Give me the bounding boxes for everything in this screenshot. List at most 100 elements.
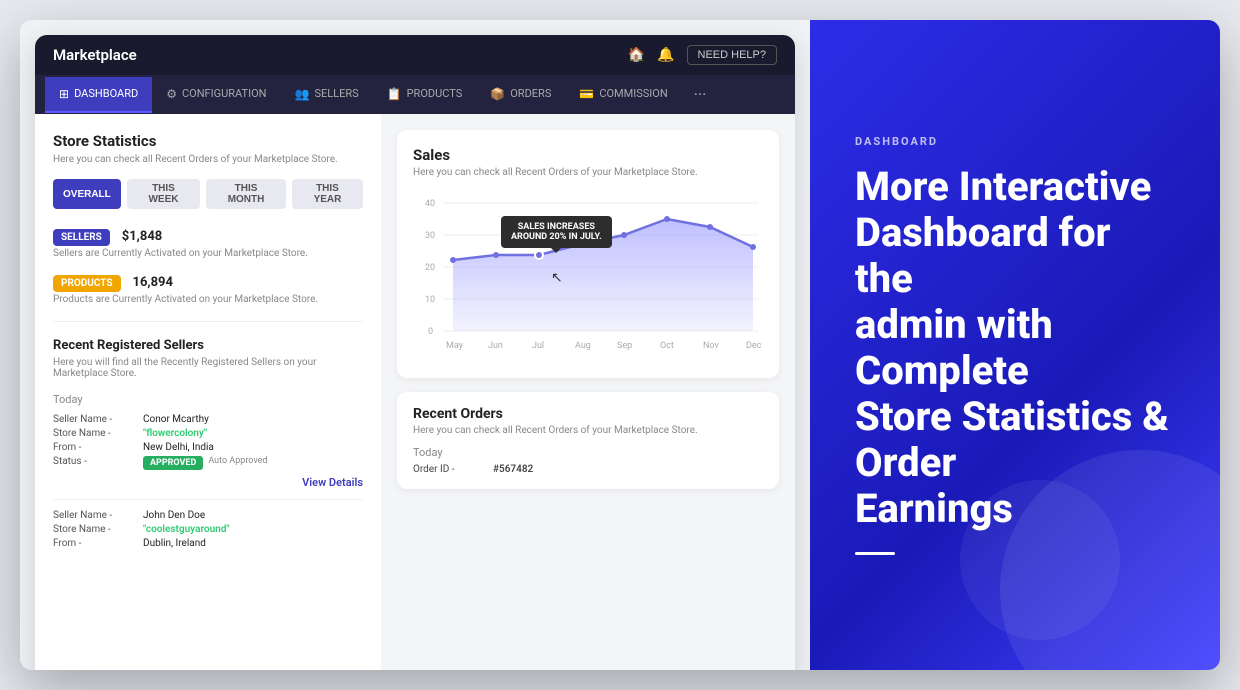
seller1-status-row: Status - APPROVED Auto Approved xyxy=(53,456,363,470)
seller1-from-row: From - New Delhi, India xyxy=(53,442,363,453)
seller2-from-row: From - Dublin, Ireland xyxy=(53,538,363,549)
filter-tab-overall[interactable]: OVERALL xyxy=(53,179,121,209)
headline-line4: Store Statistics & Order xyxy=(855,393,1169,486)
main-container: Marketplace 🏠 🔔 NEED HELP? ⊞ DASHBOARD ⚙ xyxy=(20,20,1220,670)
svg-text:10: 10 xyxy=(425,295,435,305)
headline-line1: More Interactive xyxy=(855,163,1151,210)
section-divider-1 xyxy=(53,321,363,322)
sales-chart-title: Sales xyxy=(413,146,763,164)
seller-today-label: Today xyxy=(53,393,363,406)
nav-item-configuration[interactable]: ⚙ CONFIGURATION xyxy=(152,77,280,113)
home-icon[interactable]: 🏠 xyxy=(628,47,645,63)
filter-tab-month[interactable]: THIS MONTH xyxy=(206,179,286,209)
filter-tab-year[interactable]: THIS YEAR xyxy=(292,179,363,209)
recent-sellers-desc: Here you will find all the Recently Regi… xyxy=(53,357,363,379)
svg-text:Oct: Oct xyxy=(660,341,674,351)
sales-chart-svg: 40 30 20 10 0 xyxy=(413,188,763,358)
seller2-name-row: Seller Name - John Den Doe xyxy=(53,510,363,521)
order-id-row: Order ID - #567482 xyxy=(413,464,763,475)
panel-eyebrow: DASHBOARD xyxy=(855,135,1175,148)
nav-item-dashboard[interactable]: ⊞ DASHBOARD xyxy=(45,77,152,113)
seller1-store-value[interactable]: "flowercolony" xyxy=(143,428,207,439)
seller1-status-label: Status - xyxy=(53,456,143,470)
sales-chart-desc: Here you can check all Recent Orders of … xyxy=(413,167,763,178)
products-stat-value: 16,894 xyxy=(132,275,173,290)
recent-sellers-section: Recent Registered Sellers Here you will … xyxy=(53,338,363,549)
products-badge: PRODUCTS xyxy=(53,275,121,292)
products-stat-desc: Products are Currently Activated on your… xyxy=(53,294,363,305)
recent-sellers-title: Recent Registered Sellers xyxy=(53,338,363,353)
dashboard-card: Marketplace 🏠 🔔 NEED HELP? ⊞ DASHBOARD ⚙ xyxy=(35,35,795,670)
sellers-stat-value: $1,848 xyxy=(122,229,163,244)
store-stats-title: Store Statistics xyxy=(53,132,363,150)
left-content-panel: Store Statistics Here you can check all … xyxy=(35,114,381,670)
headline-line2: Dashboard for the xyxy=(855,209,1111,302)
right-panel: DASHBOARD More Interactive Dashboard for… xyxy=(810,20,1220,670)
dashboard-nav-icon: ⊞ xyxy=(59,87,69,101)
svg-text:40: 40 xyxy=(425,199,435,209)
sellers-stat-row: SELLERS $1,848 Sellers are Currently Act… xyxy=(53,225,363,259)
seller2-store-label: Store Name - xyxy=(53,524,143,535)
orders-today-label: Today xyxy=(413,446,763,459)
products-nav-icon: 📋 xyxy=(387,87,402,101)
nav-more-button[interactable]: ··· xyxy=(682,75,719,114)
navbar-right: 🏠 🔔 NEED HELP? xyxy=(628,45,777,65)
seller1-name-label: Seller Name - xyxy=(53,414,143,425)
order-id-value: #567482 xyxy=(493,464,533,475)
svg-text:May: May xyxy=(446,341,464,351)
sellers-badge: SELLERS xyxy=(53,229,110,246)
sub-navbar: ⊞ DASHBOARD ⚙ CONFIGURATION 👥 SELLERS 📋 … xyxy=(35,75,795,114)
panel-headline: More Interactive Dashboard for the admin… xyxy=(855,164,1175,532)
navbar-brand: Marketplace xyxy=(53,46,137,64)
recent-orders-card: Recent Orders Here you can check all Rec… xyxy=(397,392,779,489)
seller1-approved-badge: APPROVED xyxy=(143,456,203,470)
seller2-name-label: Seller Name - xyxy=(53,510,143,521)
seller1-view-details-link[interactable]: View Details xyxy=(53,476,363,489)
svg-text:Dec: Dec xyxy=(746,341,762,351)
sales-chart-area: 40 30 20 10 0 xyxy=(413,188,763,362)
svg-text:0: 0 xyxy=(428,327,433,337)
chart-tooltip: SALES INCREASESAROUND 20% IN JULY. xyxy=(501,216,612,248)
seller2-store-value[interactable]: "coolestguyaround" xyxy=(143,524,230,535)
svg-text:Nov: Nov xyxy=(703,341,719,351)
nav-item-orders[interactable]: 📦 ORDERS xyxy=(476,77,565,113)
filter-tabs: OVERALL THIS WEEK THIS MONTH THIS YEAR xyxy=(53,179,363,209)
filter-tab-week[interactable]: THIS WEEK xyxy=(127,179,200,209)
cursor-pointer-icon: ↖ xyxy=(551,270,563,286)
need-help-button[interactable]: NEED HELP? xyxy=(687,45,777,65)
svg-text:Jun: Jun xyxy=(488,341,503,351)
nav-item-products[interactable]: 📋 PRODUCTS xyxy=(373,77,477,113)
seller1-from-value: New Delhi, India xyxy=(143,442,214,453)
bell-icon[interactable]: 🔔 xyxy=(657,47,674,63)
products-stat-row: PRODUCTS 16,894 Products are Currently A… xyxy=(53,271,363,305)
sellers-nav-icon: 👥 xyxy=(295,87,310,101)
order-id-label: Order ID - xyxy=(413,464,493,475)
svg-text:30: 30 xyxy=(425,231,435,241)
orders-nav-icon: 📦 xyxy=(490,87,505,101)
svg-text:20: 20 xyxy=(425,263,435,273)
store-stats-desc: Here you can check all Recent Orders of … xyxy=(53,154,363,165)
orders-desc: Here you can check all Recent Orders of … xyxy=(413,425,763,436)
nav-item-sellers[interactable]: 👥 SELLERS xyxy=(281,77,373,113)
seller-separator xyxy=(53,499,363,500)
panel-underline-decoration xyxy=(855,552,895,555)
headline-line5: Earnings xyxy=(855,485,1013,532)
sellers-stat-desc: Sellers are Currently Activated on your … xyxy=(53,248,363,259)
nav-item-commission[interactable]: 💳 COMMISSION xyxy=(565,77,681,113)
headline-line3: admin with Complete xyxy=(855,301,1053,394)
left-panel: Marketplace 🏠 🔔 NEED HELP? ⊞ DASHBOARD ⚙ xyxy=(20,20,810,670)
config-nav-icon: ⚙ xyxy=(166,87,177,101)
seller1-name-row: Seller Name - Conor Mcarthy xyxy=(53,414,363,425)
seller2-store-row: Store Name - "coolestguyaround" xyxy=(53,524,363,535)
top-navbar: Marketplace 🏠 🔔 NEED HELP? xyxy=(35,35,795,75)
svg-text:Sep: Sep xyxy=(617,341,632,351)
sales-chart-card: Sales Here you can check all Recent Orde… xyxy=(397,130,779,378)
seller1-from-label: From - xyxy=(53,442,143,453)
right-content-panel: Sales Here you can check all Recent Orde… xyxy=(381,114,795,670)
seller1-store-row: Store Name - "flowercolony" xyxy=(53,428,363,439)
seller2-from-value: Dublin, Ireland xyxy=(143,538,206,549)
seller1-store-label: Store Name - xyxy=(53,428,143,439)
seller2-name-value: John Den Doe xyxy=(143,510,205,521)
seller2-from-label: From - xyxy=(53,538,143,549)
seller1-auto-text: Auto Approved xyxy=(208,456,267,470)
